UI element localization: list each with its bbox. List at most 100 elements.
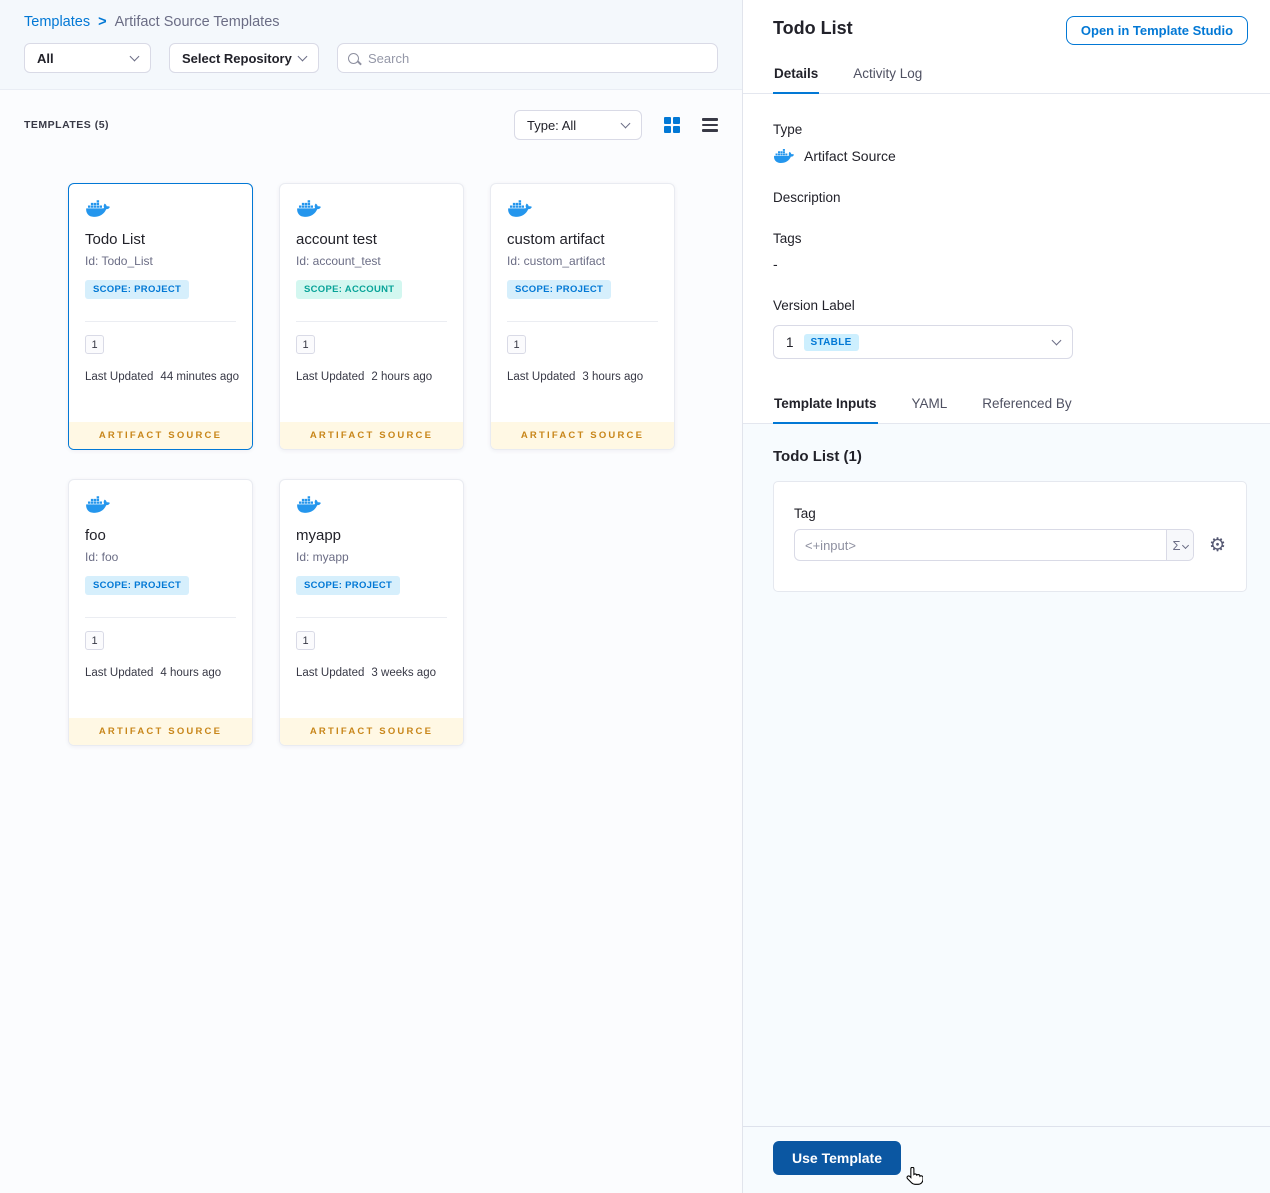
breadcrumb-separator: > xyxy=(98,14,107,30)
template-card[interactable]: custom artifact Id: custom_artifact SCOP… xyxy=(490,183,675,450)
last-updated-label: Last Updated xyxy=(507,371,576,383)
version-chip: 1 xyxy=(507,335,526,354)
repository-filter-value: Select Repository xyxy=(182,50,292,66)
open-in-template-studio-button[interactable]: Open in Template Studio xyxy=(1065,16,1249,45)
tab-details[interactable]: Details xyxy=(773,53,820,94)
scope-badge: SCOPE: PROJECT xyxy=(85,280,190,299)
template-name: account test xyxy=(296,231,377,248)
card-divider xyxy=(85,617,236,618)
last-updated-label: Last Updated xyxy=(296,667,365,679)
tag-input[interactable] xyxy=(795,530,1166,560)
stable-badge: STABLE xyxy=(803,333,859,351)
card-body: Todo List Id: Todo_List SCOPE: PROJECT 1… xyxy=(69,184,252,422)
card-body: account test Id: account_test SCOPE: ACC… xyxy=(280,184,463,422)
type-filter-value: Type: All xyxy=(527,117,577,133)
chevron-down-icon xyxy=(1181,541,1189,549)
last-updated: Last Updated 3 weeks ago xyxy=(296,667,436,679)
version-chip: 1 xyxy=(296,631,315,650)
scope-badge: SCOPE: PROJECT xyxy=(296,576,401,595)
chevron-down-icon xyxy=(129,51,140,62)
expression-sigma-button[interactable]: Σ xyxy=(1166,530,1193,560)
template-id: Id: account_test xyxy=(296,254,381,268)
template-type-footer: ARTIFACT SOURCE xyxy=(69,718,252,745)
panel-tabs: Details Activity Log xyxy=(743,53,1270,94)
template-card[interactable]: account test Id: account_test SCOPE: ACC… xyxy=(279,183,464,450)
scope-badge: SCOPE: PROJECT xyxy=(85,576,190,595)
template-type-footer: ARTIFACT SOURCE xyxy=(280,422,463,449)
last-updated-label: Last Updated xyxy=(296,371,365,383)
type-filter-dropdown[interactable]: Type: All xyxy=(514,110,642,140)
details-section: Type Artifact Source Description Tags - … xyxy=(743,94,1270,383)
docker-icon xyxy=(85,199,111,218)
template-card[interactable]: foo Id: foo SCOPE: PROJECT 1 Last Update… xyxy=(68,479,253,746)
template-name: myapp xyxy=(296,527,342,544)
inputs-heading: Todo List (1) xyxy=(773,448,862,465)
last-updated: Last Updated 4 hours ago xyxy=(85,667,221,679)
gear-icon[interactable]: ⚙ xyxy=(1209,536,1226,555)
scope-filter-value: All xyxy=(37,50,54,66)
card-body: custom artifact Id: custom_artifact SCOP… xyxy=(491,184,674,422)
breadcrumb-templates-link[interactable]: Templates xyxy=(24,14,90,30)
version-chip: 1 xyxy=(85,335,104,354)
list-header-controls: Type: All xyxy=(514,110,718,140)
scope-badge: SCOPE: ACCOUNT xyxy=(296,280,403,299)
tag-label: Tag xyxy=(794,506,816,521)
template-id: Id: Todo_List xyxy=(85,254,153,268)
repository-filter-dropdown[interactable]: Select Repository xyxy=(169,43,319,73)
last-updated-value: 3 weeks ago xyxy=(371,667,436,679)
inputs-card: Tag Σ ⚙ xyxy=(773,481,1248,592)
tag-input-row: Σ ⚙ xyxy=(794,529,1226,561)
page-header: Templates > Artifact Source Templates Al… xyxy=(0,0,742,90)
template-card[interactable]: myapp Id: myapp SCOPE: PROJECT 1 Last Up… xyxy=(279,479,464,746)
description-label: Description xyxy=(773,190,841,205)
version-chip: 1 xyxy=(85,631,104,650)
templates-page: Templates > Artifact Source Templates Al… xyxy=(0,0,742,1193)
tag-input-group: Σ xyxy=(794,529,1194,561)
docker-icon xyxy=(296,199,322,218)
template-id: Id: foo xyxy=(85,550,119,564)
template-card-grid: Todo List Id: Todo_List SCOPE: PROJECT 1… xyxy=(68,183,742,746)
template-name: foo xyxy=(85,527,106,544)
panel-title: Todo List xyxy=(773,18,853,38)
version-chip: 1 xyxy=(296,335,315,354)
tab-activity-log[interactable]: Activity Log xyxy=(852,53,923,93)
tab-referenced-by[interactable]: Referenced By xyxy=(981,383,1072,423)
template-card[interactable]: Todo List Id: Todo_List SCOPE: PROJECT 1… xyxy=(68,183,253,450)
card-divider xyxy=(296,321,447,322)
scope-filter-dropdown[interactable]: All xyxy=(24,43,151,73)
tags-label: Tags xyxy=(773,231,802,246)
search-input[interactable] xyxy=(368,50,707,66)
tab-template-inputs[interactable]: Template Inputs xyxy=(773,383,878,424)
panel-header: Todo List Open in Template Studio xyxy=(743,0,1270,53)
search-icon xyxy=(348,52,359,64)
version-dropdown[interactable]: 1 STABLE xyxy=(773,325,1073,359)
use-template-button[interactable]: Use Template xyxy=(773,1141,901,1175)
list-view-icon[interactable] xyxy=(702,118,718,132)
last-updated: Last Updated 3 hours ago xyxy=(507,371,643,383)
last-updated-value: 2 hours ago xyxy=(371,371,433,383)
docker-icon xyxy=(296,495,322,514)
chevron-down-icon xyxy=(620,118,631,129)
sigma-icon: Σ xyxy=(1172,537,1181,553)
template-type-footer: ARTIFACT SOURCE xyxy=(280,718,463,745)
breadcrumb: Templates > Artifact Source Templates xyxy=(24,14,718,30)
chevron-down-icon xyxy=(297,51,308,62)
template-name: custom artifact xyxy=(507,231,605,248)
breadcrumb-current: Artifact Source Templates xyxy=(114,14,280,30)
type-value: Artifact Source xyxy=(804,148,896,164)
panel-footer: Use Template xyxy=(743,1126,1270,1193)
scope-badge: SCOPE: PROJECT xyxy=(507,280,612,299)
tab-yaml[interactable]: YAML xyxy=(911,383,949,423)
card-body: myapp Id: myapp SCOPE: PROJECT 1 Last Up… xyxy=(280,480,463,718)
docker-icon xyxy=(85,495,111,514)
template-type-footer: ARTIFACT SOURCE xyxy=(491,422,674,449)
card-divider xyxy=(507,321,658,322)
version-label: Version Label xyxy=(773,298,855,313)
grid-view-icon[interactable] xyxy=(664,117,680,133)
template-details-panel: Todo List Open in Template Studio Detail… xyxy=(742,0,1270,1193)
template-type-footer: ARTIFACT SOURCE xyxy=(69,422,252,449)
docker-icon xyxy=(507,199,533,218)
last-updated: Last Updated 2 hours ago xyxy=(296,371,432,383)
app-root: Templates > Artifact Source Templates Al… xyxy=(0,0,1270,1193)
templates-count-label: TEMPLATES (5) xyxy=(24,119,110,131)
